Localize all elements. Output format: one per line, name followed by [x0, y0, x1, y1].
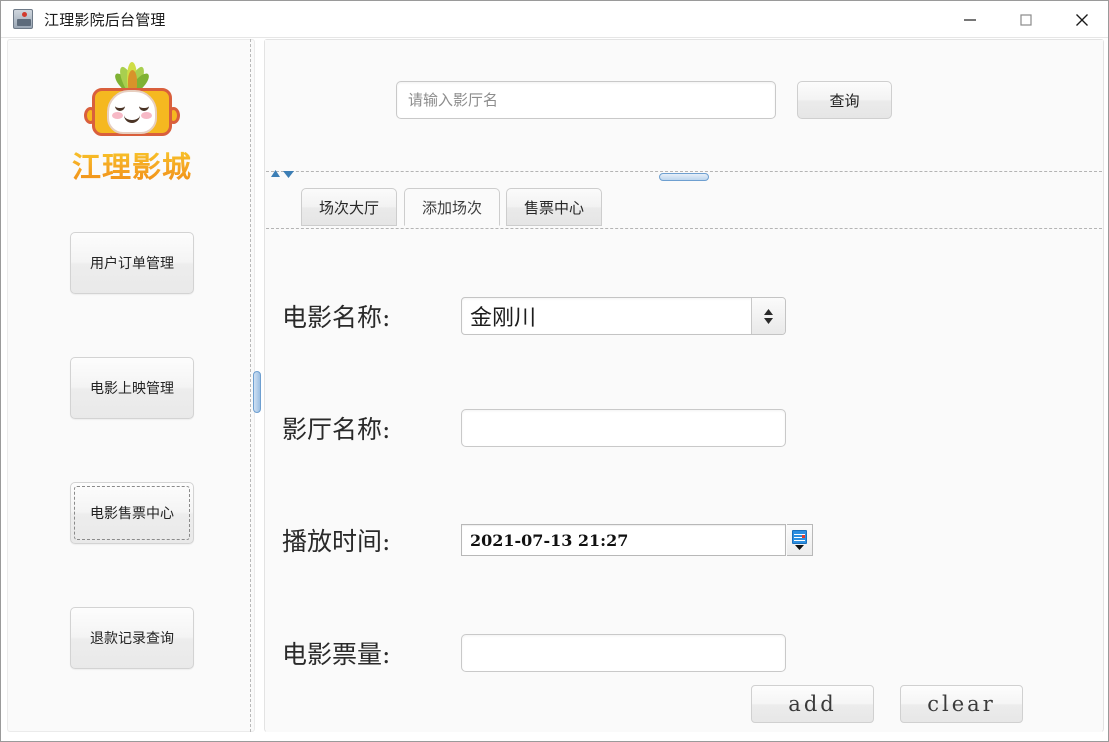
vertical-split-handle[interactable]: [253, 371, 261, 413]
tab-add-session[interactable]: 添加场次: [404, 188, 500, 226]
play-time-field[interactable]: 2021-07-13 21:27: [461, 524, 786, 556]
pineapple-mascot-icon: [84, 54, 180, 136]
window-controls: [942, 1, 1108, 38]
movie-name-value: 金刚川: [470, 306, 537, 331]
hall-name-input[interactable]: [461, 409, 786, 447]
main-panel: 查询 场次大厅 添加场次 售票中心 电影名称: 金刚川: [264, 39, 1104, 732]
close-button[interactable]: [1054, 1, 1108, 38]
sidebar-item-user-orders[interactable]: 用户订单管理: [70, 232, 194, 294]
ticket-count-input[interactable]: [461, 634, 786, 672]
close-icon: [1076, 13, 1088, 26]
tab-bar: 场次大厅 添加场次 售票中心: [266, 183, 1102, 229]
form-row-movie-name: 电影名称: 金刚川: [266, 293, 1102, 339]
calendar-dropdown-icon: [795, 545, 804, 550]
collapse-down-arrow: [283, 171, 294, 178]
application-window: 江理影院后台管理 江理影城 用户订单管理 电影上映管理 电影售票中心 退款记录查…: [0, 0, 1109, 742]
sidebar-nav: 用户订单管理 电影上映管理 电影售票中心 退款记录查询: [8, 232, 256, 732]
play-time-value: 2021-07-13 21:27: [470, 530, 629, 550]
search-bar: 查询: [265, 40, 1103, 136]
vertical-splitter[interactable]: [250, 39, 262, 732]
horizontal-splitter[interactable]: [266, 169, 1102, 183]
add-session-form: 电影名称: 金刚川 影厅名称: 播放时间: 2021-07-13 21:27 电…: [266, 230, 1102, 732]
hall-name-label: 影厅名称:: [282, 415, 391, 444]
minimize-button[interactable]: [942, 1, 998, 38]
ticket-count-label: 电影票量:: [282, 640, 391, 669]
sidebar-item-ticket-center[interactable]: 电影售票中心: [70, 482, 194, 544]
sidebar-item-movie-screening[interactable]: 电影上映管理: [70, 357, 194, 419]
minimize-icon: [964, 18, 976, 21]
combobox-spinner[interactable]: [751, 298, 785, 334]
window-title: 江理影院后台管理: [44, 11, 166, 29]
calendar-picker-button[interactable]: [787, 524, 813, 556]
tab-ticket-center[interactable]: 售票中心: [506, 188, 602, 226]
play-time-label: 播放时间:: [282, 527, 391, 556]
chevron-up-icon: [764, 308, 773, 315]
maximize-button[interactable]: [998, 1, 1054, 38]
movie-name-label: 电影名称:: [282, 303, 391, 332]
brand-logo: 江理影城: [8, 54, 256, 186]
form-row-ticket-count: 电影票量:: [266, 630, 1102, 676]
movie-name-combobox[interactable]: 金刚川: [461, 297, 786, 335]
form-actions: add clear: [266, 685, 1102, 725]
horizontal-split-handle[interactable]: [659, 173, 709, 181]
clear-button[interactable]: clear: [900, 685, 1023, 723]
brand-name: 江理影城: [8, 144, 256, 186]
title-bar: 江理影院后台管理: [1, 1, 1108, 38]
splitter-collapse-arrows[interactable]: [270, 169, 295, 179]
sidebar-item-refund-records[interactable]: 退款记录查询: [70, 607, 194, 669]
add-button[interactable]: add: [751, 685, 874, 723]
search-input[interactable]: [396, 81, 776, 119]
maximize-icon: [1020, 13, 1032, 26]
tab-session-hall[interactable]: 场次大厅: [301, 188, 397, 226]
search-button[interactable]: 查询: [797, 81, 892, 119]
form-row-play-time: 播放时间: 2021-07-13 21:27: [266, 517, 1102, 563]
collapse-up-arrow: [271, 170, 280, 177]
chevron-down-icon: [764, 317, 773, 324]
form-row-hall-name: 影厅名称:: [266, 405, 1102, 451]
calendar-icon: [792, 530, 807, 544]
app-icon: [13, 9, 33, 29]
sidebar: 江理影城 用户订单管理 电影上映管理 电影售票中心 退款记录查询: [7, 39, 255, 732]
